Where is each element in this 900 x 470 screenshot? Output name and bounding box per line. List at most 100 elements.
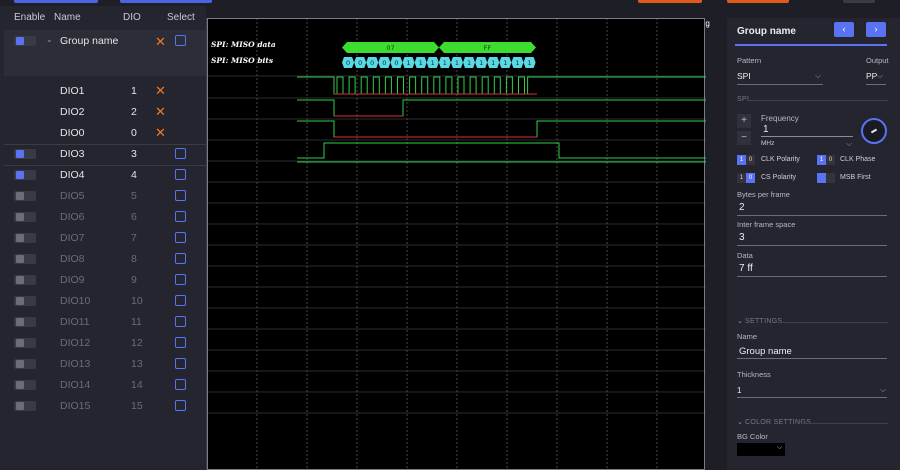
group-name-label: Group name <box>60 35 119 47</box>
toolbar-tab-2[interactable] <box>120 0 212 3</box>
dio2-data-trace <box>297 99 706 117</box>
output-select[interactable]: PP <box>866 71 877 81</box>
close-icon[interactable]: ✕ <box>155 35 166 48</box>
signal-name: DIO8 <box>60 253 85 265</box>
color-settings-collapse-icon[interactable]: ⌄ <box>737 418 743 426</box>
decoder-label: SPI: MISO data <box>211 40 276 49</box>
select-checkbox[interactable] <box>175 274 186 285</box>
select-checkbox[interactable] <box>175 169 186 180</box>
enable-toggle[interactable] <box>14 401 36 411</box>
signal-name: DIO13 <box>60 358 91 370</box>
toolbar-tab-1[interactable] <box>14 0 98 3</box>
frequency-input[interactable]: 1 <box>763 124 769 135</box>
select-checkbox[interactable] <box>175 148 186 159</box>
signal-row[interactable]: DIO2 2 ✕ <box>0 102 206 123</box>
unit-dropdown-icon[interactable]: ⌵ <box>846 139 852 149</box>
chevron-down-icon[interactable]: ⌄ <box>46 35 53 44</box>
enable-toggle[interactable] <box>14 233 36 243</box>
select-checkbox[interactable] <box>175 253 186 264</box>
signal-row[interactable]: DIO3 3 <box>0 144 206 165</box>
enable-toggle[interactable] <box>14 317 36 327</box>
decoded-bit-label: 1 <box>443 59 447 67</box>
select-checkbox[interactable] <box>175 316 186 327</box>
toolbar-tab-4[interactable] <box>727 0 789 3</box>
frequency-knob[interactable] <box>861 118 887 144</box>
signal-row[interactable]: DIO0 0 ✕ <box>0 123 206 144</box>
group-enable-toggle[interactable] <box>14 36 36 46</box>
select-column-header: Select <box>167 12 195 23</box>
toolbar-tab-5[interactable] <box>843 0 875 3</box>
pattern-label: Pattern <box>737 56 762 65</box>
signal-row[interactable]: DIO8 8 <box>0 249 206 270</box>
enable-toggle[interactable] <box>14 359 36 369</box>
thickness-dropdown-icon[interactable]: ⌵ <box>880 385 886 395</box>
select-checkbox[interactable] <box>175 400 186 411</box>
select-checkbox[interactable] <box>175 211 186 222</box>
data-underline <box>737 276 887 277</box>
decoded-bit-label: 1 <box>515 59 519 67</box>
inter-frame-input[interactable]: 3 <box>739 232 745 243</box>
group-name-input[interactable]: Group name <box>739 346 792 357</box>
signal-row[interactable]: DIO1 1 ✕ <box>0 81 206 102</box>
clk-phase-switch[interactable]: 10 <box>817 155 835 165</box>
data-input[interactable]: 7 ff <box>739 263 753 274</box>
select-checkbox[interactable] <box>175 295 186 306</box>
enable-toggle[interactable] <box>14 149 36 159</box>
signal-name: DIO6 <box>60 211 85 223</box>
signal-row[interactable]: DIO9 9 <box>0 270 206 291</box>
signal-dio: 5 <box>131 190 137 202</box>
previous-button[interactable]: ‹ <box>834 22 854 37</box>
clk-polarity-switch[interactable]: 10 <box>737 155 755 165</box>
group-separator <box>4 165 206 166</box>
signal-row[interactable]: DIO10 10 <box>0 291 206 312</box>
select-checkbox[interactable] <box>175 337 186 348</box>
group-row[interactable]: ⌄ Group name ✕ <box>4 30 206 76</box>
select-checkbox[interactable] <box>175 190 186 201</box>
frequency-decrease-button[interactable]: − <box>737 131 751 145</box>
properties-panel: Group name ‹ › Pattern Output SPI ⌵ PP ⌵… <box>727 18 900 470</box>
thickness-select[interactable]: 1 <box>737 386 741 395</box>
signal-dio: 6 <box>131 211 137 223</box>
signal-dio: 13 <box>131 358 143 370</box>
cs-polarity-switch[interactable]: 10 <box>737 173 755 183</box>
msb-first-switch[interactable] <box>817 173 835 183</box>
signal-dio: 9 <box>131 274 137 286</box>
pattern-select[interactable]: SPI <box>737 71 751 81</box>
enable-toggle[interactable] <box>14 296 36 306</box>
frequency-unit-select[interactable]: MHz <box>761 140 774 147</box>
signal-row[interactable]: DIO4 4 <box>0 165 206 186</box>
output-dropdown-icon[interactable]: ⌵ <box>877 71 883 81</box>
signal-row[interactable]: DIO11 11 <box>0 312 206 333</box>
signal-row[interactable]: DIO12 12 <box>0 333 206 354</box>
close-icon[interactable]: ✕ <box>155 105 166 118</box>
pattern-dropdown-icon[interactable]: ⌵ <box>815 71 821 81</box>
select-checkbox[interactable] <box>175 358 186 369</box>
enable-toggle[interactable] <box>14 380 36 390</box>
waveform-plot[interactable]: SPI: MISO data SPI: MISO bits 07 FF 0 0 0 0 0 1 1 1… <box>206 18 706 470</box>
select-checkbox[interactable] <box>175 379 186 390</box>
bytes-per-frame-input[interactable]: 2 <box>739 202 745 213</box>
settings-collapse-icon[interactable]: ⌄ <box>737 317 743 325</box>
signal-name: DIO2 <box>60 106 85 118</box>
signal-row[interactable]: DIO14 14 <box>0 375 206 396</box>
toolbar-tab-3[interactable] <box>638 0 702 3</box>
enable-toggle[interactable] <box>14 275 36 285</box>
bg-color-dropdown-icon[interactable]: ⌵ <box>777 444 782 452</box>
enable-toggle[interactable] <box>14 191 36 201</box>
enable-toggle[interactable] <box>14 338 36 348</box>
frequency-increase-button[interactable]: + <box>737 114 751 128</box>
close-icon[interactable]: ✕ <box>155 126 166 139</box>
close-icon[interactable]: ✕ <box>155 84 166 97</box>
enable-toggle[interactable] <box>14 170 36 180</box>
enable-toggle[interactable] <box>14 212 36 222</box>
group-select-checkbox[interactable] <box>175 35 186 46</box>
signal-row[interactable]: DIO7 7 <box>0 228 206 249</box>
enable-toggle[interactable] <box>14 254 36 264</box>
signal-row[interactable]: DIO5 5 <box>0 186 206 207</box>
next-button[interactable]: › <box>866 22 886 37</box>
signal-row[interactable]: DIO6 6 <box>0 207 206 228</box>
select-checkbox[interactable] <box>175 232 186 243</box>
signal-row[interactable]: DIO15 15 <box>0 396 206 417</box>
signal-name: DIO15 <box>60 400 91 412</box>
signal-row[interactable]: DIO13 13 <box>0 354 206 375</box>
